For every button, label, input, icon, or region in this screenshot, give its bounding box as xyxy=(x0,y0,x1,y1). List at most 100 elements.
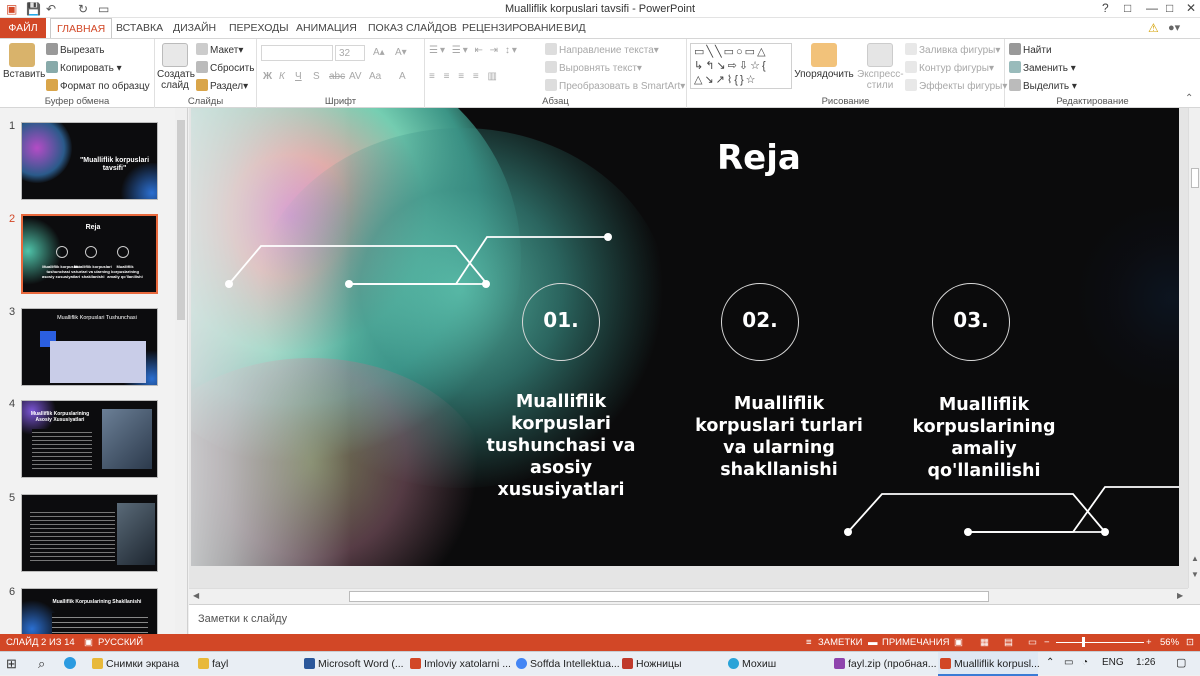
slideshow-view-icon[interactable]: ▭ xyxy=(1028,637,1037,648)
close-button[interactable]: ✕ xyxy=(1186,1,1196,15)
edge-browser-icon[interactable] xyxy=(64,657,76,669)
taskbar-app[interactable]: Soffda Intellektua... xyxy=(514,652,620,676)
taskbar-app[interactable]: fayl xyxy=(196,652,296,676)
tab-file[interactable]: ФАЙЛ xyxy=(0,18,46,38)
zoom-level[interactable]: 56% xyxy=(1160,637,1179,648)
zoom-out-icon[interactable]: − xyxy=(1044,637,1050,648)
taskbar-app[interactable]: fayl.zip (пробная... xyxy=(832,652,937,676)
grow-font-icon[interactable]: A▴ xyxy=(373,47,385,58)
ribbon-display-button[interactable]: □ xyxy=(1124,1,1131,15)
font-size-input[interactable]: 32 xyxy=(335,45,365,61)
taskbar-app[interactable]: Imloviy xatolarni ... xyxy=(408,652,511,676)
comments-toggle[interactable]: ПРИМЕЧАНИЯ xyxy=(882,637,949,648)
align-text-button[interactable]: Выровнять текст▾ xyxy=(545,61,642,74)
taskbar-app[interactable]: Снимки экрана xyxy=(90,652,190,676)
change-case-button[interactable]: Aa xyxy=(369,71,381,82)
tab-transitions[interactable]: ПЕРЕХОДЫ xyxy=(223,18,295,38)
tab-review[interactable]: РЕЦЕНЗИРОВАНИЕ xyxy=(456,18,569,38)
prev-slide-icon[interactable]: ▲ xyxy=(1191,554,1199,563)
font-color-button[interactable]: A xyxy=(399,71,406,82)
tab-insert[interactable]: ВСТАВКА xyxy=(110,18,169,38)
tab-slideshow[interactable]: ПОКАЗ СЛАЙДОВ xyxy=(362,18,463,38)
scroll-left-icon[interactable]: ◀ xyxy=(193,591,199,600)
user-avatar-icon[interactable]: ●▾ xyxy=(1168,21,1180,34)
next-slide-icon[interactable]: ▼ xyxy=(1191,570,1199,579)
taskbar-app-active[interactable]: Mualliflik korpusl... xyxy=(938,652,1040,676)
notifications-icon[interactable]: ▢ xyxy=(1176,656,1186,669)
text-direction-button[interactable]: Направление текста▾ xyxy=(545,43,659,56)
select-button[interactable]: Выделить ▾ xyxy=(1009,79,1077,92)
tab-design[interactable]: ДИЗАЙН xyxy=(167,18,222,38)
slide-thumbnail-4[interactable]: Mualliflik Korpuslarining Asosiy Xususiy… xyxy=(21,400,158,478)
strikethrough-button[interactable]: abc xyxy=(329,71,345,82)
language-indicator[interactable]: РУССКИЙ xyxy=(98,637,143,648)
slide-thumbnail-2[interactable]: Reja Mualliflik korpuslari tushunchasi v… xyxy=(21,214,158,294)
shape-fill-button[interactable]: Заливка фигуры▾ xyxy=(905,43,1000,56)
new-slide-button[interactable]: Создать слайд xyxy=(157,43,195,91)
copy-button[interactable]: Копировать ▾ xyxy=(46,61,122,74)
scroll-thumb[interactable] xyxy=(1191,168,1199,188)
paste-button[interactable]: Вставить xyxy=(3,43,45,80)
windows-start-icon[interactable]: ⊞ xyxy=(6,656,17,672)
clock[interactable]: 1:26 xyxy=(1136,657,1155,668)
collapse-ribbon-icon[interactable]: ⌃ xyxy=(1185,93,1193,104)
taskbar-app[interactable]: Ножницы xyxy=(620,652,720,676)
scroll-thumb[interactable] xyxy=(349,591,989,602)
normal-view-icon[interactable]: ▣ xyxy=(954,637,963,648)
minimize-button[interactable]: — xyxy=(1146,1,1158,15)
shape-effects-button[interactable]: Эффекты фигуры▾ xyxy=(905,79,1007,92)
thumbnails-scrollbar[interactable] xyxy=(175,108,187,636)
char-spacing-button[interactable]: AV xyxy=(349,71,362,82)
smartart-button[interactable]: Преобразовать в SmartArt▾ xyxy=(545,79,685,92)
slide-horizontal-scrollbar[interactable]: ◀ ▶ xyxy=(189,588,1188,604)
item-number[interactable]: 03. xyxy=(933,308,1009,332)
find-button[interactable]: Найти xyxy=(1009,43,1052,56)
align-buttons-icon[interactable]: ≡ ≡ ≡ ≡ ▥ xyxy=(429,71,500,82)
agenda-item-text[interactable]: Mualliflik korpuslari tushunchasi va aso… xyxy=(471,391,651,501)
shadow-button[interactable]: S xyxy=(313,71,320,82)
font-name-input[interactable] xyxy=(261,45,333,61)
spellcheck-icon[interactable]: ▣ xyxy=(84,637,93,648)
slide-title[interactable]: Reja xyxy=(717,138,801,178)
taskbar-app[interactable]: Мохиш xyxy=(726,652,826,676)
help-button[interactable]: ? xyxy=(1102,1,1109,15)
tab-home[interactable]: ГЛАВНАЯ xyxy=(50,18,113,38)
slide-thumbnail-5[interactable] xyxy=(21,494,158,572)
shapes-gallery[interactable]: ▭╲╲▭○▭△ ↳↰↘⇨⇩☆{△↘↗⌇{}☆ xyxy=(690,43,792,89)
network-icon[interactable]: ▭ xyxy=(1064,657,1073,668)
list-buttons-icon[interactable]: ☰▾ ☰▾ ⇤ ⇥ ↕▾ xyxy=(429,45,519,56)
slide-thumbnail-6[interactable]: Mualliflik Korpuslarining Shakllanishi xyxy=(21,588,158,636)
tray-chevron-icon[interactable]: ⌃ xyxy=(1046,657,1054,668)
reset-button[interactable]: Сбросить xyxy=(196,61,254,74)
item-number[interactable]: 02. xyxy=(722,308,798,332)
shape-outline-button[interactable]: Контур фигуры▾ xyxy=(905,61,994,74)
item-number[interactable]: 01. xyxy=(523,308,599,332)
notes-toggle[interactable]: ЗАМЕТКИ xyxy=(818,637,863,648)
reading-view-icon[interactable]: ▤ xyxy=(1004,637,1013,648)
cut-button[interactable]: Вырезать xyxy=(46,43,104,56)
agenda-item-text[interactable]: Mualliflik korpuslari turlari va ularnin… xyxy=(681,393,877,481)
scroll-right-icon[interactable]: ▶ xyxy=(1177,591,1183,600)
tab-view[interactable]: ВИД xyxy=(558,18,592,38)
shrink-font-icon[interactable]: A▾ xyxy=(395,47,407,58)
comments-toggle-icon[interactable]: ▬ xyxy=(868,637,878,648)
section-button[interactable]: Раздел▾ xyxy=(196,79,248,92)
zoom-slider-thumb[interactable] xyxy=(1082,637,1085,647)
slide-thumbnail-1[interactable]: "Mualliflik korpuslari tavsifi" xyxy=(21,122,158,200)
scroll-thumb[interactable] xyxy=(177,120,185,320)
tab-animation[interactable]: АНИМАЦИЯ xyxy=(290,18,363,38)
bold-button[interactable]: Ж xyxy=(263,71,272,82)
agenda-item-text[interactable]: Mualliflik korpuslarining amaliy qo'llan… xyxy=(909,394,1059,482)
search-icon[interactable]: ⌕ xyxy=(38,656,45,672)
wifi-icon[interactable]: ◔ xyxy=(1082,657,1088,668)
arrange-button[interactable]: Упорядочить xyxy=(793,43,855,80)
replace-button[interactable]: Заменить ▾ xyxy=(1009,61,1076,74)
warning-icon[interactable]: ⚠ xyxy=(1148,21,1159,35)
zoom-in-icon[interactable]: + xyxy=(1146,637,1152,648)
slide-thumbnail-3[interactable]: Mualliflik Korpuslari Tushunchasi xyxy=(21,308,158,386)
notes-toggle-icon[interactable]: ≡ xyxy=(806,637,812,648)
layout-button[interactable]: Макет▾ xyxy=(196,43,243,56)
slide-sorter-icon[interactable]: ▦ xyxy=(980,637,989,648)
language-icon[interactable]: ENG xyxy=(1102,657,1124,668)
maximize-button[interactable]: □ xyxy=(1166,1,1173,15)
